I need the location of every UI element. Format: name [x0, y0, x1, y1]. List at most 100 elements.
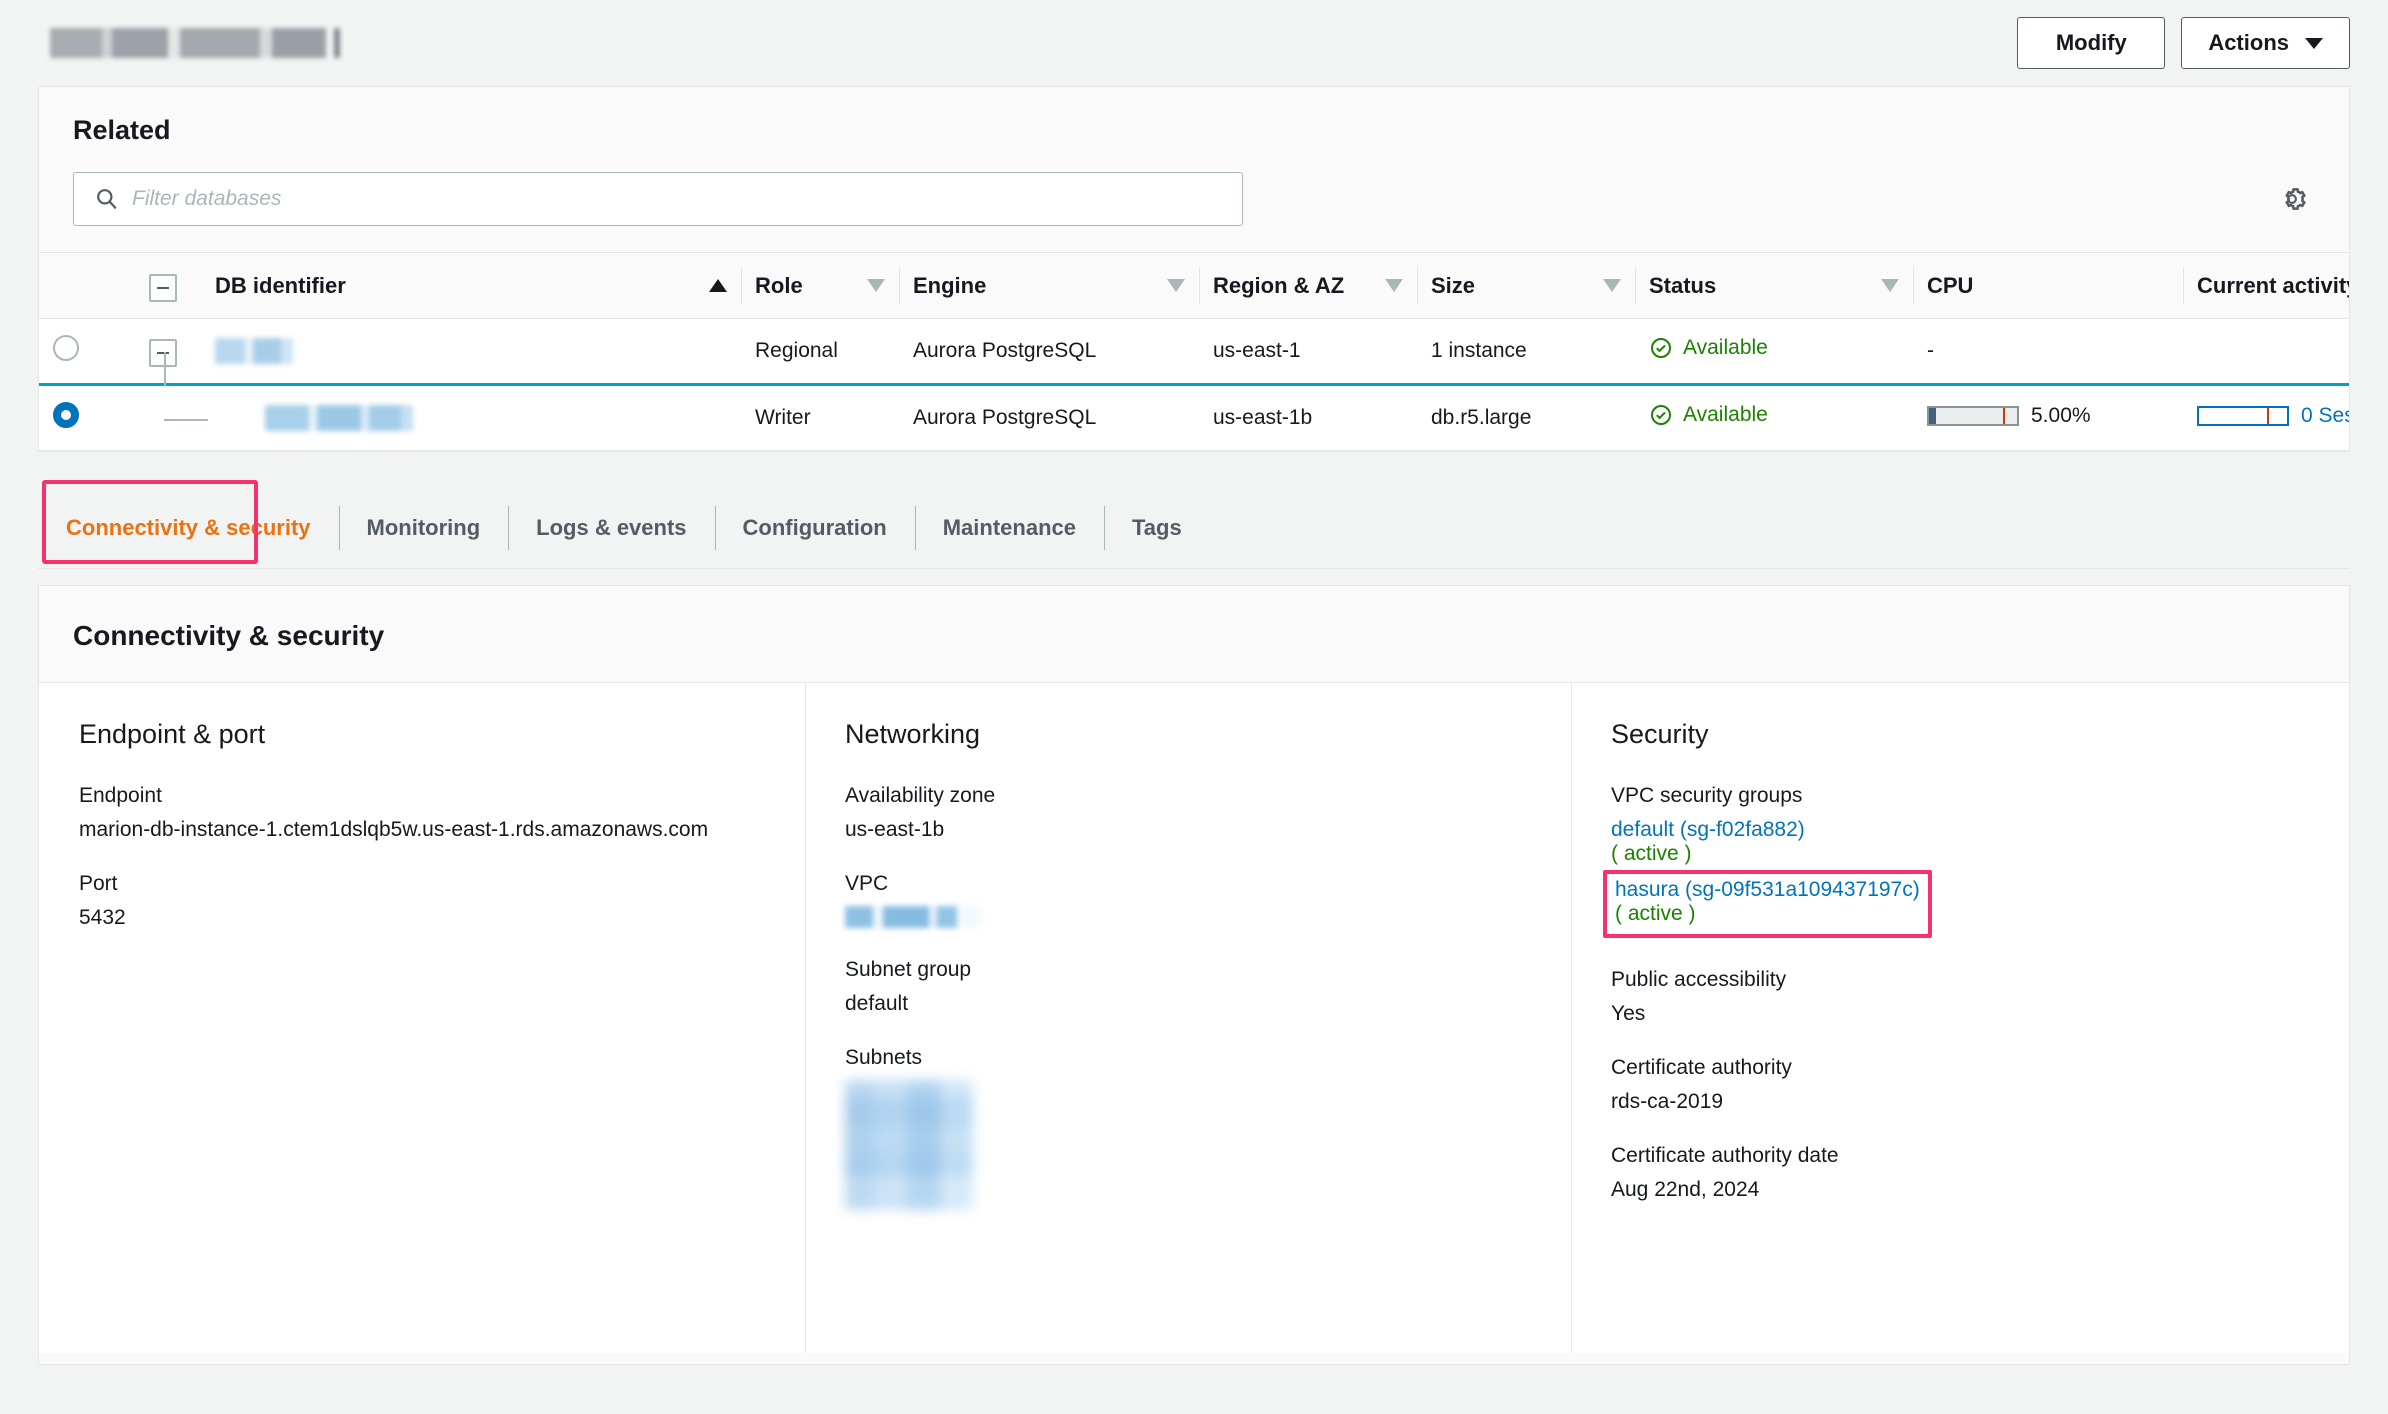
- column-label-role: Role: [755, 273, 803, 299]
- availability-zone-field: Availability zone us-east-1b: [845, 784, 1531, 842]
- security-group-state-default: ( active ): [1611, 842, 2309, 866]
- connectivity-security-heading: Connectivity & security: [39, 586, 2349, 683]
- sort-icon[interactable]: [1881, 279, 1899, 292]
- related-toolbar: [39, 146, 2349, 252]
- cell-status: Available: [1635, 319, 1913, 385]
- row-radio-selected[interactable]: [53, 402, 79, 428]
- public-accessibility-label: Public accessibility: [1611, 968, 2309, 992]
- sort-icon[interactable]: [867, 279, 885, 292]
- column-label-current-activity: Current activity: [2197, 273, 2349, 298]
- column-label-db-identifier: DB identifier: [215, 273, 346, 299]
- cell-role: Regional: [741, 319, 899, 385]
- column-header-role[interactable]: Role: [741, 253, 899, 319]
- security-group-highlight-box: hasura (sg-09f531a109437197c) ( active ): [1603, 870, 1932, 938]
- cell-size: 1 instance: [1417, 319, 1635, 385]
- networking-title: Networking: [845, 719, 1531, 750]
- page-title-redacted: [50, 28, 340, 58]
- tab-monitoring[interactable]: Monitoring: [339, 488, 509, 568]
- tab-logs-and-events[interactable]: Logs & events: [508, 488, 714, 568]
- row-select-cell[interactable]: [39, 319, 135, 385]
- tree-toggle-header[interactable]: [135, 253, 201, 319]
- sessions-link[interactable]: 0 Sessions: [2301, 404, 2349, 428]
- column-header-current-activity[interactable]: Current activity: [2183, 253, 2349, 319]
- tab-label: Connectivity & security: [66, 515, 311, 541]
- tab-bar: Connectivity & security Monitoring Logs …: [38, 488, 2350, 568]
- collapse-all-icon[interactable]: [149, 274, 177, 302]
- tab-connectivity-and-security[interactable]: Connectivity & security: [38, 488, 339, 568]
- column-header-engine[interactable]: Engine: [899, 253, 1199, 319]
- endpoint-port-section: Endpoint & port Endpoint marion-db-insta…: [39, 683, 805, 1353]
- public-accessibility-field: Public accessibility Yes: [1611, 968, 2309, 1026]
- status-label: Available: [1683, 403, 1768, 427]
- cpu-gauge: [1927, 406, 2019, 426]
- sort-ascending-icon[interactable]: [709, 279, 727, 292]
- tree-connector-horizontal: [164, 419, 208, 421]
- cell-db-identifier[interactable]: [201, 319, 741, 385]
- row-tree-cell[interactable]: [135, 319, 201, 385]
- security-group-link-default[interactable]: default (sg-f02fa882): [1611, 818, 2309, 842]
- subnets-value-redacted: [845, 1080, 973, 1210]
- port-value: 5432: [79, 906, 765, 930]
- column-header-region-az[interactable]: Region & AZ: [1199, 253, 1417, 319]
- sort-icon[interactable]: [1167, 279, 1185, 292]
- tab-configuration[interactable]: Configuration: [715, 488, 915, 568]
- vpc-security-groups-label: VPC security groups: [1611, 784, 2309, 808]
- filter-databases-field[interactable]: [73, 172, 1243, 226]
- cell-db-identifier[interactable]: [201, 385, 741, 451]
- related-panel: Related: [38, 86, 2350, 452]
- availability-zone-label: Availability zone: [845, 784, 1531, 808]
- status-label: Available: [1683, 336, 1768, 360]
- modify-button[interactable]: Modify: [2017, 17, 2165, 69]
- row-radio-unselected[interactable]: [53, 335, 79, 361]
- subnet-group-field: Subnet group default: [845, 958, 1531, 1016]
- security-group-link-hasura[interactable]: hasura (sg-09f531a109437197c): [1615, 878, 1920, 902]
- port-label: Port: [79, 872, 765, 896]
- table-row[interactable]: Regional Aurora PostgreSQL us-east-1 1 i…: [39, 319, 2349, 385]
- column-label-size: Size: [1431, 273, 1475, 299]
- cell-cpu: -: [1913, 319, 2183, 385]
- expand-collapse-icon[interactable]: [149, 339, 177, 367]
- cell-engine: Aurora PostgreSQL: [899, 385, 1199, 451]
- tab-maintenance[interactable]: Maintenance: [915, 488, 1104, 568]
- select-all-header: [39, 253, 135, 319]
- vpc-security-groups-field: VPC security groups default (sg-f02fa882…: [1611, 784, 2309, 938]
- sort-icon[interactable]: [1385, 279, 1403, 292]
- databases-table-wrapper[interactable]: DB identifier Role Engine: [39, 252, 2349, 451]
- subnets-label: Subnets: [845, 1046, 1531, 1070]
- actions-button[interactable]: Actions: [2181, 17, 2350, 69]
- column-header-cpu[interactable]: CPU: [1913, 253, 2183, 319]
- row-select-cell[interactable]: [39, 385, 135, 451]
- connectivity-security-panel: Connectivity & security Endpoint & port …: [38, 585, 2350, 1365]
- column-label-cpu: CPU: [1927, 273, 1973, 298]
- endpoint-field: Endpoint marion-db-instance-1.ctem1dslqb…: [79, 784, 765, 842]
- networking-section: Networking Availability zone us-east-1b …: [805, 683, 1571, 1353]
- table-row[interactable]: Writer Aurora PostgreSQL us-east-1b db.r…: [39, 385, 2349, 451]
- connectivity-security-columns: Endpoint & port Endpoint marion-db-insta…: [39, 683, 2349, 1353]
- sort-icon[interactable]: [1603, 279, 1621, 292]
- table-header-row: DB identifier Role Engine: [39, 253, 2349, 319]
- cell-current-activity[interactable]: 0 Sessions: [2183, 385, 2349, 451]
- column-header-db-identifier[interactable]: DB identifier: [201, 253, 741, 319]
- related-header: Related: [39, 87, 2349, 146]
- table-preferences-button[interactable]: [2269, 176, 2315, 222]
- vpc-field: VPC: [845, 872, 1531, 928]
- certificate-authority-label: Certificate authority: [1611, 1056, 2309, 1080]
- status-available-icon: [1649, 403, 1673, 427]
- column-header-status[interactable]: Status: [1635, 253, 1913, 319]
- column-header-size[interactable]: Size: [1417, 253, 1635, 319]
- gear-icon: [2275, 182, 2309, 216]
- certificate-authority-date-value: Aug 22nd, 2024: [1611, 1178, 2309, 1202]
- status-available-icon: [1649, 336, 1673, 360]
- search-input[interactable]: [132, 187, 1242, 211]
- tab-label: Logs & events: [536, 515, 686, 541]
- security-group-state-hasura: ( active ): [1615, 902, 1920, 926]
- db-identifier-redacted: [215, 338, 293, 364]
- cell-role: Writer: [741, 385, 899, 451]
- certificate-authority-value: rds-ca-2019: [1611, 1090, 2309, 1114]
- row-tree-cell: [135, 385, 201, 451]
- chevron-down-icon: [2305, 38, 2323, 49]
- tab-tags[interactable]: Tags: [1104, 488, 1210, 568]
- tab-label: Monitoring: [367, 515, 481, 541]
- column-label-engine: Engine: [913, 273, 986, 299]
- vpc-value-redacted: [845, 906, 981, 928]
